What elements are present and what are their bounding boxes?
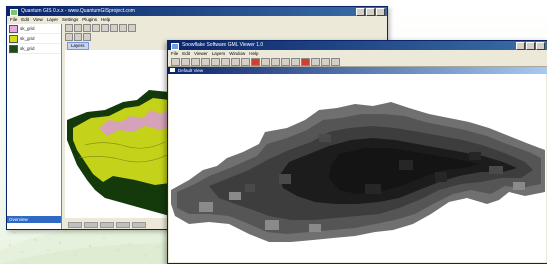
window-controls [356,8,385,16]
settings-icon[interactable] [311,57,320,66]
qgis-window-title: Quantum GIS 0.x.x - www.QuantumGISprojec… [21,8,135,14]
zoom-in-icon[interactable] [171,57,180,66]
maximize-icon[interactable] [366,8,375,16]
menu-view[interactable]: View [33,16,43,23]
viewer-menu-bar: File Edit Viewer Layers Window Help [168,50,547,57]
viewer-title-bar: Snowflake Software GML Viewer 1.0 [168,41,547,50]
back-icon[interactable] [221,57,230,66]
zoom-out-icon[interactable] [74,24,82,32]
layer-color-swatch [9,34,18,43]
qgis-app-icon [10,9,18,16]
add-layer-icon[interactable] [65,33,73,41]
menu-help[interactable]: Help [101,16,110,23]
status-field [100,221,114,228]
layer-label: sk_grid [20,26,35,31]
layer-legend-panel: sk_grid sk_grid sk_grid Overview [7,24,62,229]
export-icon[interactable] [291,57,300,66]
identify-icon[interactable] [101,24,109,32]
document-title: Default View [178,68,204,73]
style-icon[interactable] [271,57,280,66]
menu-settings[interactable]: Settings [62,16,78,23]
stop-icon[interactable] [251,57,260,66]
window-controls [516,42,545,50]
document-title-bar: Default View [168,67,547,74]
document-icon [170,68,175,72]
help-icon[interactable] [331,57,340,66]
raster-map-canvas[interactable] [169,74,546,262]
select-icon[interactable] [201,57,210,66]
delete-icon[interactable] [301,57,310,66]
viewer-toolbar [168,57,547,67]
menu-file[interactable]: File [10,16,17,23]
legend-item[interactable]: sk_grid [7,34,61,44]
layer-icon[interactable] [261,57,270,66]
forward-icon[interactable] [231,57,240,66]
qgis-toolbar [65,24,136,32]
close-icon[interactable] [376,8,385,16]
status-field [84,221,98,228]
zoom-out-icon[interactable] [181,57,190,66]
zoom-full-icon[interactable] [92,24,100,32]
maximize-icon[interactable] [526,42,535,50]
info-icon[interactable] [321,57,330,66]
status-field [68,221,82,228]
layer-label: sk_grid [20,46,35,51]
save-icon[interactable] [83,33,91,41]
select-icon[interactable] [110,24,118,32]
refresh-icon[interactable] [128,24,136,32]
viewer-window-title: Snowflake Software GML Viewer 1.0 [182,42,264,48]
menu-edit[interactable]: Edit [21,16,29,23]
layers-tab[interactable]: Layers [67,42,89,50]
menu-layers[interactable]: Layers [212,50,226,57]
close-icon[interactable] [536,42,545,50]
minimize-icon[interactable] [356,8,365,16]
qgis-toolbar-secondary [65,33,91,41]
menu-edit[interactable]: Edit [182,50,190,57]
raster-map [171,102,545,242]
measure-icon[interactable] [241,57,250,66]
menu-help[interactable]: Help [249,50,258,57]
zoom-in-icon[interactable] [65,24,73,32]
legend-item[interactable]: sk_grid [7,24,61,34]
layer-color-swatch [9,24,18,33]
pan-icon[interactable] [83,24,91,32]
menu-layer[interactable]: Layer [47,16,58,23]
layer-label: sk_grid [20,36,35,41]
layer-color-swatch [9,44,18,53]
legend-item[interactable]: sk_grid [7,44,61,54]
measure-icon[interactable] [119,24,127,32]
query-icon[interactable] [281,57,290,66]
minimize-icon[interactable] [516,42,525,50]
menu-plugins[interactable]: Plugins [82,16,97,23]
open-icon[interactable] [74,33,82,41]
qgis-menu-bar: File Edit View Layer Settings Plugins He… [7,16,387,23]
pan-icon[interactable] [191,57,200,66]
zoom-extent-icon[interactable] [211,57,220,66]
viewer-app-icon [171,43,179,50]
status-field [132,221,146,228]
menu-viewer[interactable]: Viewer [194,50,208,57]
gml-viewer-window: Snowflake Software GML Viewer 1.0 File E… [167,40,547,264]
qgis-title-bar: Quantum GIS 0.x.x - www.QuantumGISprojec… [7,7,387,16]
menu-file[interactable]: File [171,50,178,57]
menu-window[interactable]: Window [229,50,245,57]
status-field [116,221,130,228]
overview-tab[interactable]: Overview [7,216,61,223]
